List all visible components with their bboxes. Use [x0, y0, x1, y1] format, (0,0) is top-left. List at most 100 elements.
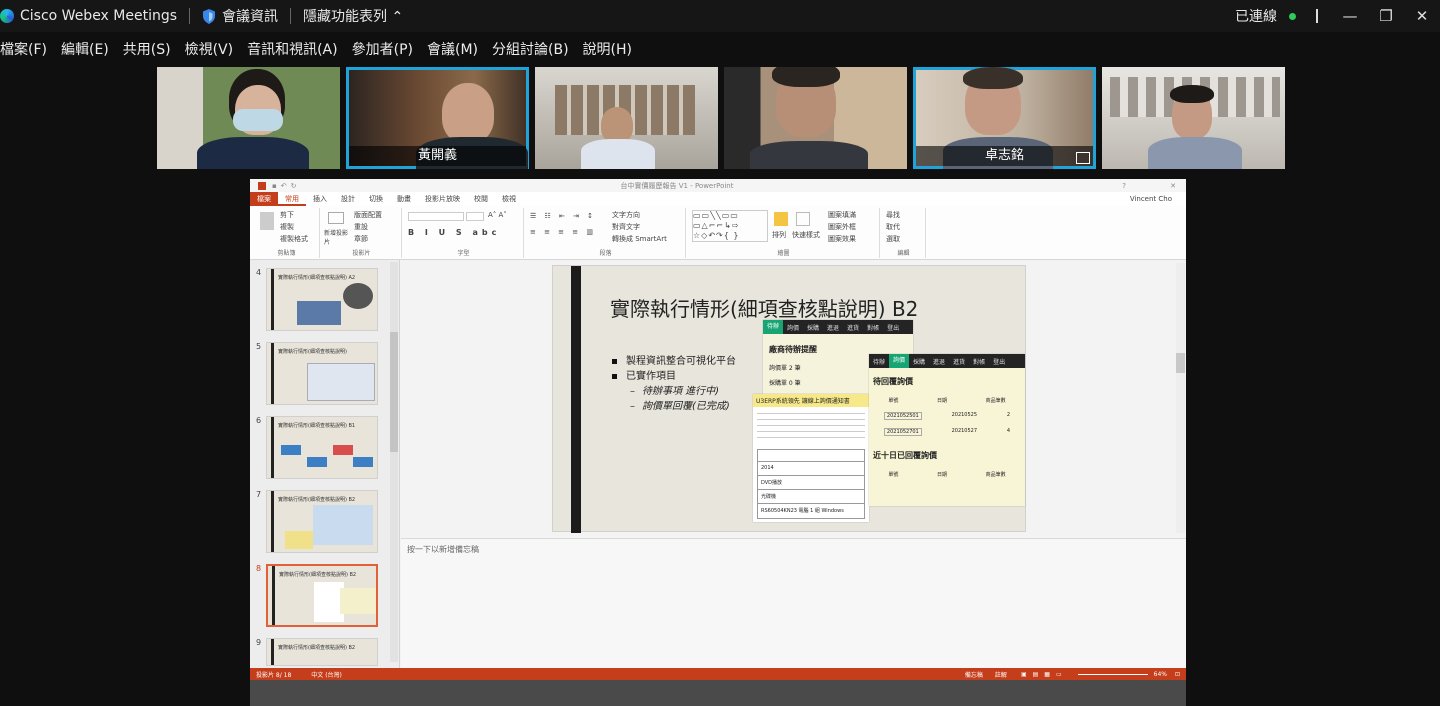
- shape-outline-button[interactable]: 圖案外框: [828, 222, 856, 232]
- shape-fill-button[interactable]: 圖案填滿: [828, 210, 856, 220]
- quick-styles-icon[interactable]: [796, 212, 810, 226]
- new-slide-icon[interactable]: [328, 212, 344, 224]
- font-size-input[interactable]: [466, 212, 484, 221]
- slide-thumbnail[interactable]: 實際執行情形(細項查核點說明) B1: [266, 416, 378, 479]
- screenshot-heading: 待回覆詢價: [873, 377, 913, 386]
- menu-file[interactable]: 檔案(F): [0, 39, 47, 59]
- menu-view[interactable]: 檢視(V): [185, 39, 234, 59]
- tab-transitions[interactable]: 切換: [362, 192, 390, 206]
- paragraph-label: 段落: [599, 250, 612, 257]
- ppt-help-icon[interactable]: ?: [1122, 182, 1126, 190]
- paragraph-group: ☰ ☷ ⇤ ⇥ ↕ ≡ ≡ ≡ ≡ ▥ 文字方向 對齊文字 轉換成 SmartA…: [526, 208, 686, 258]
- paste-icon[interactable]: [260, 212, 274, 230]
- select-button[interactable]: 選取: [886, 234, 900, 244]
- participant-video[interactable]: [1102, 67, 1285, 169]
- notes-pane[interactable]: 按一下以新增備忘稿: [401, 538, 1186, 668]
- save-icon[interactable]: ▪: [272, 182, 277, 190]
- bullet-item: 已實作項目: [610, 369, 736, 384]
- notes-button[interactable]: 備忘稿: [965, 670, 983, 679]
- reset-button[interactable]: 重設: [354, 222, 368, 232]
- tab-file[interactable]: 檔案: [250, 192, 278, 206]
- font-label: 字型: [457, 250, 470, 257]
- table-row: 2021052701 20210527 4: [869, 420, 1025, 436]
- menu-edit[interactable]: 編輯(E): [61, 39, 109, 59]
- video-strip: 黃開義 卓志銘: [157, 67, 1291, 169]
- menu-audio-video[interactable]: 音訊和視訊(A): [247, 39, 338, 59]
- tab-review[interactable]: 校閱: [467, 192, 495, 206]
- text-direction-button[interactable]: 文字方向: [612, 210, 640, 220]
- bold-italic-underline-icon[interactable]: B I U S abc: [408, 228, 500, 237]
- slide-thumbnail[interactable]: 實際執行情形(細項查核點說明) B2: [266, 490, 378, 553]
- align-icon[interactable]: ≡ ≡ ≡ ≡ ▥: [530, 228, 596, 236]
- list-icon[interactable]: ☰ ☷ ⇤ ⇥ ↕: [530, 212, 596, 220]
- undo-icon[interactable]: ↶: [281, 182, 287, 190]
- menu-meeting[interactable]: 會議(M): [427, 39, 478, 59]
- menu-help[interactable]: 說明(H): [583, 39, 632, 59]
- table-row: RS60504KN23 電腦 1 組 Windows: [761, 508, 844, 514]
- thumb-number: 9: [256, 638, 262, 647]
- drawing-label: 繪圖: [777, 250, 790, 257]
- arrange-icon[interactable]: [774, 212, 788, 226]
- cut-button[interactable]: 剪下: [280, 210, 294, 220]
- tab-home[interactable]: 常用: [278, 192, 306, 206]
- restore-icon[interactable]: ❐: [1368, 0, 1404, 32]
- view-buttons-icon[interactable]: ▣▤▦▭: [1021, 671, 1068, 678]
- tab-slideshow[interactable]: 投影片放映: [418, 192, 467, 206]
- participant-video[interactable]: [157, 67, 340, 169]
- table-row: 2021052501 20210525 2: [869, 404, 1025, 420]
- thumb-title: 實際執行情形(細項查核點說明) A2: [278, 275, 356, 281]
- tab-insert[interactable]: 插入: [306, 192, 334, 206]
- font-name-input[interactable]: [408, 212, 464, 221]
- slide-scrollbar[interactable]: [1176, 263, 1185, 533]
- zoom-slider[interactable]: [1077, 673, 1148, 675]
- redo-icon[interactable]: ↻: [291, 182, 297, 190]
- ppt-close-icon[interactable]: ✕: [1170, 182, 1176, 190]
- minimize-icon[interactable]: —: [1332, 0, 1368, 32]
- participant-video[interactable]: [535, 67, 718, 169]
- tab-design[interactable]: 設計: [334, 192, 362, 206]
- copy-button[interactable]: 複製: [280, 222, 294, 232]
- menu-share[interactable]: 共用(S): [123, 39, 171, 59]
- find-button[interactable]: 尋找: [886, 210, 900, 220]
- layout-button[interactable]: 版面配置: [354, 210, 382, 220]
- sub-bullet-item: 詢價單回覆(已完成): [610, 399, 736, 414]
- slide-canvas[interactable]: 實際執行情形(細項查核點說明) B2 製程資訊整合可視化平台 已實作項目 待辦事…: [552, 265, 1026, 533]
- slide-thumbnail[interactable]: 實際執行情形(細項查核點說明) B2: [266, 638, 378, 666]
- slide-accent-bar: [571, 266, 581, 533]
- hide-menu-button[interactable]: 隱藏功能表列 ⌃: [303, 6, 403, 26]
- powerpoint-logo-icon: [258, 181, 266, 190]
- arrange-button[interactable]: 排列: [772, 230, 786, 240]
- meeting-info-button[interactable]: 會議資訊: [222, 6, 278, 26]
- divider: [290, 8, 292, 24]
- tab-animations[interactable]: 動畫: [390, 192, 418, 206]
- quick-styles-button[interactable]: 快速樣式: [792, 230, 820, 240]
- smartart-button[interactable]: 轉換成 SmartArt: [612, 234, 667, 244]
- slide-title: 實際執行情形(細項查核點說明) B2: [610, 297, 919, 321]
- tab-view[interactable]: 檢視: [495, 192, 523, 206]
- shape-effects-button[interactable]: 圖案效果: [828, 234, 856, 244]
- share-icon: [1076, 152, 1090, 164]
- participant-video[interactable]: [724, 67, 907, 169]
- menu-breakout[interactable]: 分組討論(B): [492, 39, 569, 59]
- participant-video[interactable]: 黃開義: [346, 67, 529, 169]
- section-button[interactable]: 章節: [354, 234, 368, 244]
- slide-thumbnail-selected[interactable]: 實際執行情形(細項查核點說明) B2: [266, 564, 378, 627]
- align-text-button[interactable]: 對齊文字: [612, 222, 640, 232]
- comments-button[interactable]: 註解: [995, 670, 1007, 679]
- format-painter-button[interactable]: 複製格式: [280, 234, 308, 244]
- shapes-gallery-icon[interactable]: ▭▭╲╲▭▭ ▭△⌐⌐↳⇨ ☆◇↶↷{ }: [692, 210, 768, 242]
- fit-slide-icon[interactable]: ⊡: [1175, 671, 1180, 678]
- screenshot-nav: 待辦 詢價 採購 進退 進貨 對帳 登出: [763, 320, 913, 334]
- slide-thumbnail[interactable]: 實際執行情形(細項查核點說明) A2: [266, 268, 378, 331]
- menu-participants[interactable]: 參加者(P): [352, 39, 413, 59]
- grow-font-icon[interactable]: A˄ A˅: [488, 211, 507, 219]
- thumbnail-scrollbar[interactable]: [390, 262, 398, 662]
- close-icon[interactable]: ✕: [1404, 0, 1440, 32]
- table-header: 單號 日期 商品筆數: [888, 398, 1006, 404]
- nav-item: 對帳: [867, 324, 880, 332]
- slide-thumbnail[interactable]: 實際執行情形(細項查核點說明): [266, 342, 378, 405]
- replace-button[interactable]: 取代: [886, 222, 900, 232]
- slides-group: 新增投影片 版面配置 重設 章節 投影片: [322, 208, 402, 258]
- participant-video[interactable]: 卓志銘: [913, 67, 1096, 169]
- new-slide-button[interactable]: 新增投影片: [324, 228, 352, 246]
